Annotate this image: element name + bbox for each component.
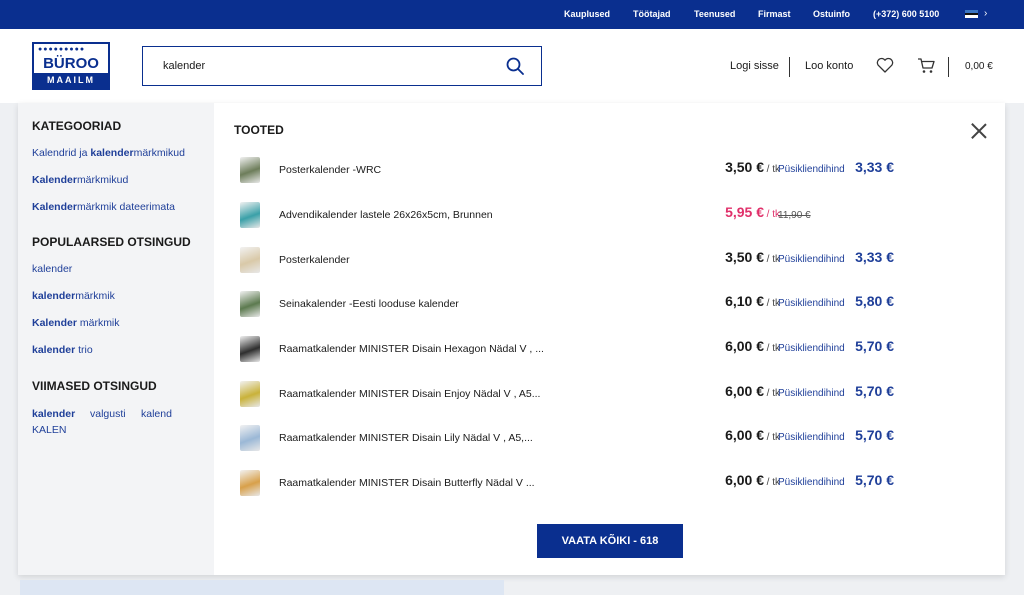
- product-name[interactable]: Raamatkalender MINISTER Disain Butterfly…: [279, 477, 535, 489]
- buroo-maailm-logo[interactable]: ●●●●●●●●● BÜROO MAAILM: [32, 42, 110, 90]
- product-price: 6,00 €: [725, 383, 764, 399]
- recent-search-link[interactable]: valgusti: [90, 408, 126, 420]
- loyalty-price: 5,70 €: [855, 472, 894, 488]
- recent-search-link[interactable]: KALEN: [32, 424, 66, 436]
- heart-icon[interactable]: [876, 57, 894, 73]
- category-link[interactable]: Kalendermärkmik dateerimata: [32, 201, 175, 213]
- loyalty-price: 5,70 €: [855, 427, 894, 443]
- product-row[interactable]: Raamatkalender MINISTER Disain Enjoy Näd…: [232, 374, 912, 414]
- loyalty-price-label: Püsikliendihind: [778, 477, 845, 488]
- topbar-link-ostuinfo[interactable]: Ostuinfo: [813, 9, 850, 19]
- popular-search-link[interactable]: kalender: [32, 263, 72, 275]
- product-price: 3,50 €: [725, 159, 764, 175]
- topbar-link-kauplused[interactable]: Kauplused: [564, 9, 610, 19]
- product-name[interactable]: Advendikalender lastele 26x26x5cm, Brunn…: [279, 209, 493, 221]
- product-thumbnail[interactable]: [240, 381, 260, 407]
- product-row[interactable]: Raamatkalender MINISTER Disain Hexagon N…: [232, 329, 912, 369]
- popular-search-link[interactable]: kalendermärkmik: [32, 290, 115, 302]
- logo-line1: BÜROO: [43, 55, 99, 72]
- recent-search-link[interactable]: kalend: [141, 408, 172, 420]
- search-value[interactable]: kalender: [163, 60, 205, 72]
- category-link[interactable]: Kalendermärkmikud: [32, 174, 128, 186]
- product-price: 5,95 €: [725, 204, 764, 220]
- products-heading: TOOTED: [234, 123, 284, 137]
- product-thumbnail[interactable]: [240, 157, 260, 183]
- product-row[interactable]: Posterkalender -WRC 3,50 € / tk Püsikliendi…: [232, 150, 912, 190]
- top-bar: Kauplused Töötajad Teenused Firmast Ostu…: [0, 0, 1024, 29]
- popular-search-link[interactable]: Kalender märkmik: [32, 317, 120, 329]
- loyalty-price-label: Püsikliendihind: [778, 388, 845, 399]
- logo-rings: ●●●●●●●●●: [38, 46, 86, 53]
- logo-line2: MAAILM: [34, 73, 108, 88]
- close-icon[interactable]: [971, 123, 987, 139]
- product-row[interactable]: Advendikalender lastele 26x26x5cm, Brunn…: [232, 195, 912, 235]
- page-content-edge: [20, 580, 504, 595]
- product-thumbnail[interactable]: [240, 247, 260, 273]
- topbar-link-firmast[interactable]: Firmast: [758, 9, 791, 19]
- search-dropdown: KATEGOORIAD Kalendrid ja kalendermärkmik…: [18, 103, 1005, 575]
- suggestions-panel: KATEGOORIAD Kalendrid ja kalendermärkmik…: [18, 103, 214, 575]
- estonian-flag-icon[interactable]: [965, 10, 978, 19]
- product-price: 6,00 €: [725, 472, 764, 488]
- loyalty-price: 3,33 €: [855, 249, 894, 265]
- loyalty-price: 3,33 €: [855, 159, 894, 175]
- product-thumbnail[interactable]: [240, 202, 260, 228]
- product-row[interactable]: Raamatkalender MINISTER Disain Lily Näda…: [232, 418, 912, 458]
- categories-heading: KATEGOORIAD: [32, 119, 122, 133]
- topbar-phone[interactable]: (+372) 600 5100: [873, 9, 939, 19]
- loyalty-price-label: Püsikliendihind: [778, 432, 845, 443]
- loyalty-price: 5,70 €: [855, 383, 894, 399]
- product-name[interactable]: Seinakalender -Eesti looduse kalender: [279, 298, 459, 310]
- popular-search-link[interactable]: kalender trio: [32, 344, 93, 356]
- product-name[interactable]: Raamatkalender MINISTER Disain Enjoy Näd…: [279, 388, 540, 400]
- product-price: 6,00 €: [725, 427, 764, 443]
- login-link[interactable]: Logi sisse: [730, 60, 779, 72]
- topbar-link-tootajad[interactable]: Töötajad: [633, 9, 671, 19]
- product-thumbnail[interactable]: [240, 291, 260, 317]
- product-thumbnail[interactable]: [240, 425, 260, 451]
- divider: [948, 57, 949, 77]
- cart-icon[interactable]: [917, 57, 935, 74]
- loyalty-price-label: Püsikliendihind: [778, 298, 845, 309]
- search-icon[interactable]: [506, 57, 524, 75]
- product-name[interactable]: Raamatkalender MINISTER Disain Hexagon N…: [279, 343, 544, 355]
- product-name[interactable]: Posterkalender -WRC: [279, 164, 381, 176]
- loyalty-price-label: Püsikliendihind: [778, 343, 845, 354]
- product-price: 6,10 €: [725, 293, 764, 309]
- loyalty-price: 5,80 €: [855, 293, 894, 309]
- register-link[interactable]: Loo konto: [805, 60, 853, 72]
- product-name[interactable]: Raamatkalender MINISTER Disain Lily Näda…: [279, 432, 533, 444]
- loyalty-price: 5,70 €: [855, 338, 894, 354]
- product-row[interactable]: Posterkalender 3,50 € / tk Püsikliendihind 3…: [232, 240, 912, 280]
- product-thumbnail[interactable]: [240, 470, 260, 496]
- product-row[interactable]: Raamatkalender MINISTER Disain Butterfly…: [232, 463, 912, 503]
- search-input[interactable]: kalender: [142, 46, 542, 86]
- product-price: 3,50 €: [725, 249, 764, 265]
- cart-total[interactable]: 0,00 €: [965, 61, 993, 72]
- old-price: 11,90 €: [778, 210, 811, 221]
- chevron-right-icon[interactable]: ›: [984, 8, 987, 19]
- category-link[interactable]: Kalendrid ja kalendermärkmikud: [32, 147, 185, 159]
- header: ●●●●●●●●● BÜROO MAAILM kalender Logi sis…: [0, 29, 1024, 103]
- product-row[interactable]: Seinakalender -Eesti looduse kalender 6,1…: [232, 284, 912, 324]
- recent-search-link[interactable]: kalender: [32, 408, 75, 420]
- popular-searches-heading: POPULAARSED OTSINGUD: [32, 235, 191, 249]
- see-all-button[interactable]: VAATA KÕIKI - 618: [537, 524, 683, 558]
- topbar-link-teenused[interactable]: Teenused: [694, 9, 735, 19]
- product-price: 6,00 €: [725, 338, 764, 354]
- product-name[interactable]: Posterkalender: [279, 254, 350, 266]
- loyalty-price-label: Püsikliendihind: [778, 254, 845, 265]
- divider: [789, 57, 790, 77]
- product-thumbnail[interactable]: [240, 336, 260, 362]
- recent-searches-heading: VIIMASED OTSINGUD: [32, 379, 157, 393]
- loyalty-price-label: Püsikliendihind: [778, 164, 845, 175]
